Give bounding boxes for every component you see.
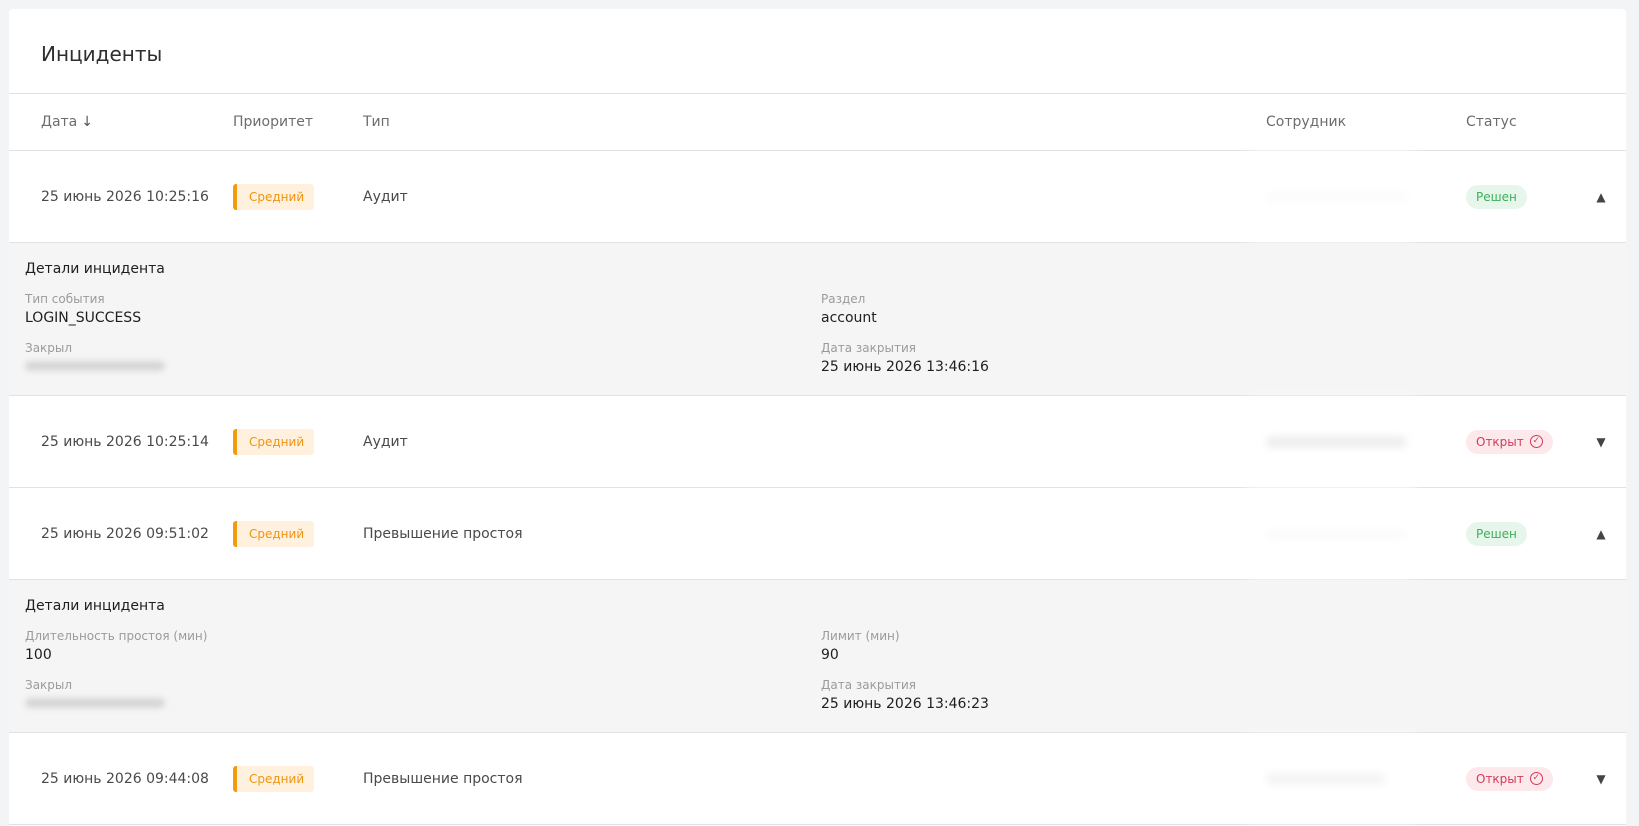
closed-date-value: 25 июнь 2026 13:46:23 (821, 696, 989, 712)
employee-mask (1247, 733, 1415, 824)
employee-mask (1247, 488, 1415, 579)
status-label: Решен (1476, 526, 1517, 541)
status-badge: Открыт ✓ (1466, 766, 1553, 791)
column-header-priority: Приоритет (233, 114, 313, 130)
column-header-status: Статус (1466, 114, 1517, 130)
status-cell: Решен (1466, 488, 1527, 579)
column-header-date-label: Дата (41, 114, 78, 130)
closed-by-label: Закрыл (25, 341, 73, 355)
incident-type: Превышение простоя (363, 770, 523, 787)
details-title: Детали инцидента (25, 598, 165, 614)
column-header-employee: Сотрудник (1266, 114, 1347, 130)
column-header-date[interactable]: Дата ↓ (41, 114, 93, 130)
table-row[interactable]: 25 июнь 2026 10:25:16 Средний Аудит Реше… (9, 151, 1626, 243)
status-cell: Открыт ✓ (1466, 396, 1553, 487)
closed-date-value: 25 июнь 2026 13:46:16 (821, 359, 989, 375)
incident-details: Детали инцидента Тип события LOGIN_SUCCE… (9, 243, 1626, 396)
check-circle-icon: ✓ (1529, 772, 1543, 785)
incident-details: Детали инцидента Длительность простоя (м… (9, 580, 1626, 733)
detail-value: 100 (25, 647, 52, 663)
closed-by-redacted (25, 361, 165, 371)
status-badge: Решен (1466, 184, 1527, 209)
expand-toggle[interactable]: ▲ (1593, 488, 1609, 579)
chevron-up-icon[interactable]: ▲ (1593, 190, 1609, 204)
detail-label: Тип события (25, 292, 105, 306)
table-row[interactable]: 25 июнь 2026 10:25:14 Средний Аудит Откр… (9, 396, 1626, 488)
chevron-down-icon[interactable]: ▼ (1593, 435, 1609, 449)
expand-toggle[interactable]: ▼ (1593, 396, 1609, 487)
chevron-up-icon[interactable]: ▲ (1593, 527, 1609, 541)
closed-date-label: Дата закрытия (821, 341, 916, 355)
status-cell: Решен (1466, 151, 1527, 242)
incident-date: 25 июнь 2026 09:51:02 (41, 525, 209, 542)
status-label: Открыт (1476, 771, 1524, 786)
incident-type: Превышение простоя (363, 525, 523, 542)
detail-value: 90 (821, 647, 839, 663)
status-label: Решен (1476, 189, 1517, 204)
detail-label: Лимит (мин) (821, 629, 900, 643)
priority-badge: Средний (233, 183, 315, 210)
status-label: Открыт (1476, 434, 1524, 449)
priority-cell: Средний (233, 396, 315, 487)
incident-type: Аудит (363, 433, 408, 450)
incident-date: 25 июнь 2026 09:44:08 (41, 770, 209, 787)
table-row[interactable]: 25 июнь 2026 09:44:08 Средний Превышение… (9, 733, 1626, 825)
page-title: Инциденты (9, 9, 1626, 94)
status-badge: Открыт ✓ (1466, 429, 1553, 454)
closed-date-label: Дата закрытия (821, 678, 916, 692)
priority-badge: Средний (233, 428, 315, 455)
table-header: Дата ↓ Приоритет Тип Сотрудник Статус (9, 94, 1626, 151)
incident-date: 25 июнь 2026 10:25:16 (41, 188, 209, 205)
check-circle-icon: ✓ (1529, 435, 1543, 448)
chevron-down-icon[interactable]: ▼ (1593, 772, 1609, 786)
priority-cell: Средний (233, 151, 315, 242)
incident-date: 25 июнь 2026 10:25:14 (41, 433, 209, 450)
priority-cell: Средний (233, 488, 315, 579)
closed-by-label: Закрыл (25, 678, 73, 692)
incident-type: Аудит (363, 188, 408, 205)
priority-cell: Средний (233, 733, 315, 824)
detail-label: Раздел (821, 292, 866, 306)
priority-badge: Средний (233, 765, 315, 792)
details-title: Детали инцидента (25, 261, 165, 277)
employee-mask (1247, 396, 1415, 487)
expand-toggle[interactable]: ▲ (1593, 151, 1609, 242)
status-cell: Открыт ✓ (1466, 733, 1553, 824)
detail-value: account (821, 310, 877, 326)
closed-by-redacted (25, 698, 165, 708)
employee-mask (1247, 151, 1415, 242)
column-header-type: Тип (363, 114, 390, 130)
priority-badge: Средний (233, 520, 315, 547)
sort-down-icon[interactable]: ↓ (81, 114, 93, 130)
table-row[interactable]: 25 июнь 2026 09:51:02 Средний Превышение… (9, 488, 1626, 580)
expand-toggle[interactable]: ▼ (1593, 733, 1609, 824)
incidents-card: Инциденты Дата ↓ Приоритет Тип Сотрудник … (9, 9, 1626, 826)
status-badge: Решен (1466, 521, 1527, 546)
detail-label: Длительность простоя (мин) (25, 629, 208, 643)
detail-value: LOGIN_SUCCESS (25, 310, 142, 326)
